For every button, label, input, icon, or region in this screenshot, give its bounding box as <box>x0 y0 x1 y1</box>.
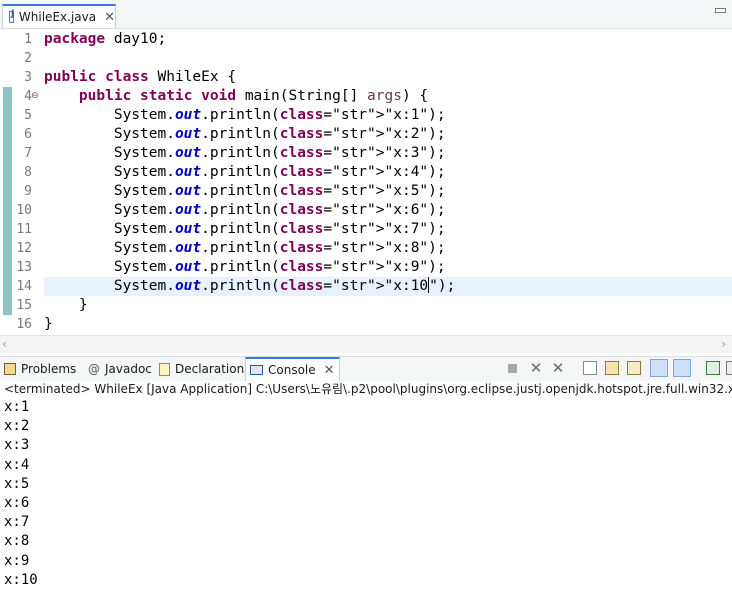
tab-declaration-label: Declaration <box>175 362 245 376</box>
console-output-line: x:8 <box>4 533 30 550</box>
code-line[interactable]: System.out.println(class="str">"x:1"); <box>44 106 446 125</box>
line-number: 5 <box>24 108 32 123</box>
close-icon[interactable]: ✕ <box>104 10 115 25</box>
code-line[interactable]: System.out.println(class="str">"x:2"); <box>44 125 446 144</box>
tab-console-label: Console <box>268 363 316 377</box>
show-console-on-stdout-icon[interactable] <box>650 359 668 377</box>
tab-whileex-java[interactable]: WhileEx.java ✕ <box>2 4 116 28</box>
scroll-left-icon[interactable]: ‹ <box>2 336 7 352</box>
code-line[interactable]: System.out.println(class="str">"x:7"); <box>44 220 446 239</box>
line-number: 9 <box>24 184 32 199</box>
minimize-icon[interactable] <box>715 8 726 13</box>
console-output-line: x:6 <box>4 494 30 511</box>
tab-javadoc[interactable]: @ Javadoc <box>88 357 152 381</box>
console-icon <box>250 365 263 375</box>
code-line[interactable]: System.out.println(class="str">"x:4"); <box>44 163 446 182</box>
tab-problems-label: Problems <box>21 362 77 376</box>
editor-tab-bar: WhileEx.java ✕ <box>0 0 732 29</box>
editor-tab-label: WhileEx.java <box>18 10 97 24</box>
code-line[interactable]: System.out.println(class="str">"x:9"); <box>44 258 446 277</box>
remove-all-terminated-icon[interactable]: ✕ <box>551 361 565 376</box>
scroll-right-icon[interactable]: › <box>721 336 726 352</box>
code-line[interactable]: } <box>44 315 53 334</box>
tab-javadoc-label: Javadoc <box>105 362 152 376</box>
console-output-line: x:7 <box>4 514 30 531</box>
line-number: 7 <box>24 146 32 161</box>
clear-console-icon[interactable] <box>583 361 597 375</box>
javadoc-icon: @ <box>88 362 100 376</box>
declaration-icon <box>159 362 170 376</box>
terminate-icon[interactable] <box>508 364 517 373</box>
remove-launch-icon[interactable]: ✕ <box>529 361 543 376</box>
code-line[interactable]: System.out.println(class="str">"x:8"); <box>44 239 446 258</box>
code-line[interactable]: System.out.println(class="str">"x:5"); <box>44 182 446 201</box>
tab-declaration[interactable]: Declaration <box>159 357 244 381</box>
problems-icon <box>4 363 16 375</box>
line-number: 13 <box>16 260 32 275</box>
scroll-lock-icon[interactable] <box>605 361 619 375</box>
code-editor[interactable]: 1 package day10; 2 3 public class WhileEx { 4… <box>0 29 732 335</box>
console-output-line: x:2 <box>4 418 30 435</box>
console-output-line: x:10 <box>4 571 38 588</box>
console-output-line: x:5 <box>4 475 30 492</box>
line-number: 4 <box>24 89 32 104</box>
code-line[interactable]: System.out.println(class="str">"x:3"); <box>44 144 446 163</box>
console-output-line: x:9 <box>4 552 30 569</box>
word-wrap-icon[interactable] <box>627 361 641 375</box>
code-line[interactable]: System.out.println(class="str">"x:10"); <box>44 277 455 296</box>
views-tab-bar: Problems @ Javadoc Declaration Console ✕… <box>0 356 732 381</box>
line-number: 6 <box>24 127 32 142</box>
line-number: 11 <box>16 222 32 237</box>
fold-collapse-icon[interactable]: ⊖ <box>31 87 39 106</box>
line-number: 8 <box>24 165 32 180</box>
console-output-line: x:3 <box>4 437 30 454</box>
console-process-description: <terminated> WhileEx [Java Application] … <box>4 382 732 396</box>
java-file-icon <box>9 9 14 23</box>
line-number: 12 <box>16 241 32 256</box>
tab-problems[interactable]: Problems <box>4 357 76 381</box>
pin-console-icon[interactable] <box>706 361 720 375</box>
console-output-line: x:4 <box>4 456 30 473</box>
line-number: 2 <box>24 51 32 66</box>
tab-console[interactable]: Console ✕ <box>245 357 340 381</box>
line-number: 16 <box>16 317 32 332</box>
line-number: 3 <box>24 70 32 85</box>
open-console-icon[interactable] <box>726 361 732 375</box>
line-number: 14 <box>16 279 32 294</box>
close-icon[interactable]: ✕ <box>324 363 335 378</box>
line-number: 15 <box>16 298 32 313</box>
console-output[interactable]: x:1 x:2 x:3 x:4 x:5 x:6 x:7 x:8 x:9 x:10 <box>4 398 38 590</box>
line-number: 1 <box>24 32 32 47</box>
line-number: 10 <box>16 203 32 218</box>
code-line[interactable]: public class WhileEx { <box>44 68 236 87</box>
show-console-on-stderr-icon[interactable] <box>673 359 691 377</box>
console-output-line: x:1 <box>4 399 30 415</box>
code-line[interactable]: System.out.println(class="str">"x:6"); <box>44 201 446 220</box>
code-line[interactable]: public static void main(String[] args) { <box>44 87 428 106</box>
code-line[interactable]: } <box>44 296 88 315</box>
horizontal-scrollbar[interactable]: ‹ › <box>0 335 732 353</box>
code-line[interactable]: package day10; <box>44 30 166 49</box>
